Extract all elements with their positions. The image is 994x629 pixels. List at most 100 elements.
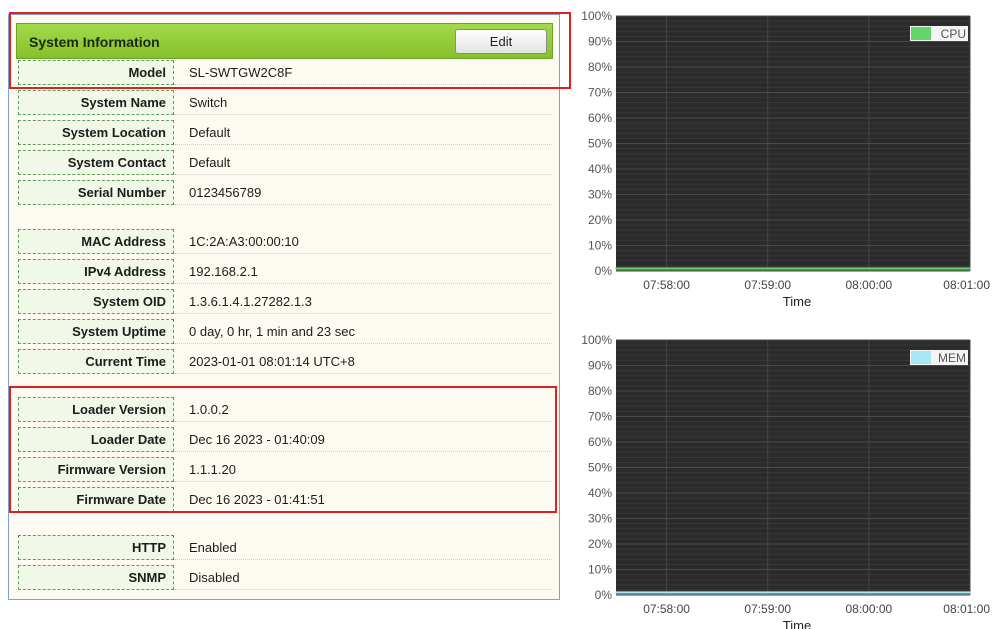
info-label: System Name	[18, 90, 174, 115]
y-tick-label: 90%	[588, 359, 612, 373]
info-value: Disabled	[174, 565, 552, 590]
data-point	[766, 591, 769, 594]
info-value: 2023-01-01 08:01:14 UTC+8	[174, 349, 552, 374]
info-label: Serial Number	[18, 180, 174, 205]
info-label: Current Time	[18, 349, 174, 374]
data-point	[969, 267, 971, 270]
x-tick-label: 08:00:00	[845, 278, 892, 292]
y-tick-label: 70%	[588, 410, 612, 424]
y-tick-label: 20%	[588, 537, 612, 551]
data-point	[615, 267, 617, 270]
info-value: 192.168.2.1	[174, 259, 552, 284]
info-label: MAC Address	[18, 229, 174, 254]
info-row-snmp: SNMP Disabled	[18, 565, 552, 590]
y-tick-label: 80%	[588, 60, 612, 74]
x-tick-label: 08:00:00	[845, 602, 892, 616]
info-value: SL-SWTGW2C8F	[174, 60, 552, 85]
info-value: Default	[174, 120, 552, 145]
x-tick-label: 07:58:00	[643, 278, 690, 292]
info-row-mac-address: MAC Address 1C:2A:A3:00:00:10	[18, 229, 552, 254]
chart-legend: CPU	[910, 26, 968, 41]
y-tick-label: 20%	[588, 213, 612, 227]
y-tick-label: 80%	[588, 384, 612, 398]
y-tick-label: 90%	[588, 35, 612, 49]
info-row-http: HTTP Enabled	[18, 535, 552, 560]
info-value: Dec 16 2023 - 01:41:51	[174, 487, 552, 512]
info-value: Enabled	[174, 535, 552, 560]
x-tick-label: 08:01:00	[943, 602, 990, 616]
data-point	[716, 591, 718, 594]
info-row-firmware-version: Firmware Version 1.1.1.20	[18, 457, 552, 482]
x-axis-title: Time	[783, 618, 811, 629]
info-label: SNMP	[18, 565, 174, 590]
edit-button[interactable]: Edit	[455, 29, 547, 54]
y-tick-label: 30%	[588, 512, 612, 526]
legend-swatch	[911, 351, 931, 364]
cpu-chart-svg: 0% 10% 20% 30% 40% 50% 60% 70% 80% 90% 100% 07:58:0…	[581, 9, 990, 309]
y-tick-label: 40%	[588, 162, 612, 176]
info-label: Firmware Date	[18, 487, 174, 512]
info-label: System Contact	[18, 150, 174, 175]
data-point	[868, 267, 870, 270]
memory-usage-chart: 0% 10% 20% 30% 40% 50% 60% 70% 80% 90% 100% 07:58:0…	[574, 333, 994, 629]
system-information-header: System Information Edit	[16, 23, 553, 59]
y-tick-label: 30%	[588, 188, 612, 202]
info-row-system-location: System Location Default	[18, 120, 552, 145]
info-value: 0123456789	[174, 180, 552, 205]
y-tick-label: 0%	[595, 588, 613, 602]
info-label: System Uptime	[18, 319, 174, 344]
x-tick-label: 07:59:00	[744, 602, 791, 616]
y-tick-label: 50%	[588, 137, 612, 151]
data-point	[766, 267, 769, 270]
data-point	[665, 591, 668, 594]
info-value: 1.1.1.20	[174, 457, 552, 482]
info-value: 1.3.6.1.4.1.27282.1.3	[174, 289, 552, 314]
info-row-model: Model SL-SWTGW2C8F	[18, 60, 552, 85]
x-tick-label: 07:58:00	[643, 602, 690, 616]
info-label: Loader Version	[18, 397, 174, 422]
data-point	[918, 267, 921, 270]
info-label: Loader Date	[18, 427, 174, 452]
info-label: HTTP	[18, 535, 174, 560]
x-axis-title: Time	[783, 294, 811, 309]
x-tick-label: 07:59:00	[744, 278, 791, 292]
data-point	[868, 591, 870, 594]
info-value: 1.0.0.2	[174, 397, 552, 422]
memory-chart-svg: 0% 10% 20% 30% 40% 50% 60% 70% 80% 90% 100% 07:58:0…	[581, 333, 990, 629]
y-tick-label: 60%	[588, 435, 612, 449]
cpu-usage-chart: 0% 10% 20% 30% 40% 50% 60% 70% 80% 90% 100% 07:58:0…	[574, 9, 994, 310]
y-tick-label: 60%	[588, 111, 612, 125]
x-tick-label: 08:01:00	[943, 278, 990, 292]
info-value: Switch	[174, 90, 552, 115]
info-value: Dec 16 2023 - 01:40:09	[174, 427, 552, 452]
info-label: Firmware Version	[18, 457, 174, 482]
data-point	[665, 267, 668, 270]
legend-label: CPU	[941, 27, 966, 41]
info-row-system-name: System Name Switch	[18, 90, 552, 115]
info-row-system-oid: System OID 1.3.6.1.4.1.27282.1.3	[18, 289, 552, 314]
y-tick-label: 100%	[581, 9, 612, 23]
data-point	[817, 267, 820, 270]
info-label: System OID	[18, 289, 174, 314]
data-point	[918, 591, 921, 594]
info-row-current-time: Current Time 2023-01-01 08:01:14 UTC+8	[18, 349, 552, 374]
data-point	[615, 591, 617, 594]
data-point	[969, 591, 971, 594]
y-tick-label: 100%	[581, 333, 612, 347]
info-row-loader-version: Loader Version 1.0.0.2	[18, 397, 552, 422]
y-tick-label: 40%	[588, 486, 612, 500]
info-value: 0 day, 0 hr, 1 min and 23 sec	[174, 319, 552, 344]
data-point	[716, 267, 718, 270]
legend-label: MEM	[938, 351, 966, 365]
panel-title: System Information	[29, 34, 160, 50]
y-tick-label: 0%	[595, 264, 613, 278]
data-point	[817, 591, 820, 594]
y-tick-label: 10%	[588, 239, 612, 253]
info-label: IPv4 Address	[18, 259, 174, 284]
info-row-system-uptime: System Uptime 0 day, 0 hr, 1 min and 23 …	[18, 319, 552, 344]
legend-swatch	[911, 27, 931, 40]
info-label: Model	[18, 60, 174, 85]
info-value: Default	[174, 150, 552, 175]
system-information-panel: System Information Edit Model SL-SWTGW2C…	[8, 14, 560, 600]
chart-legend: MEM	[910, 350, 968, 365]
